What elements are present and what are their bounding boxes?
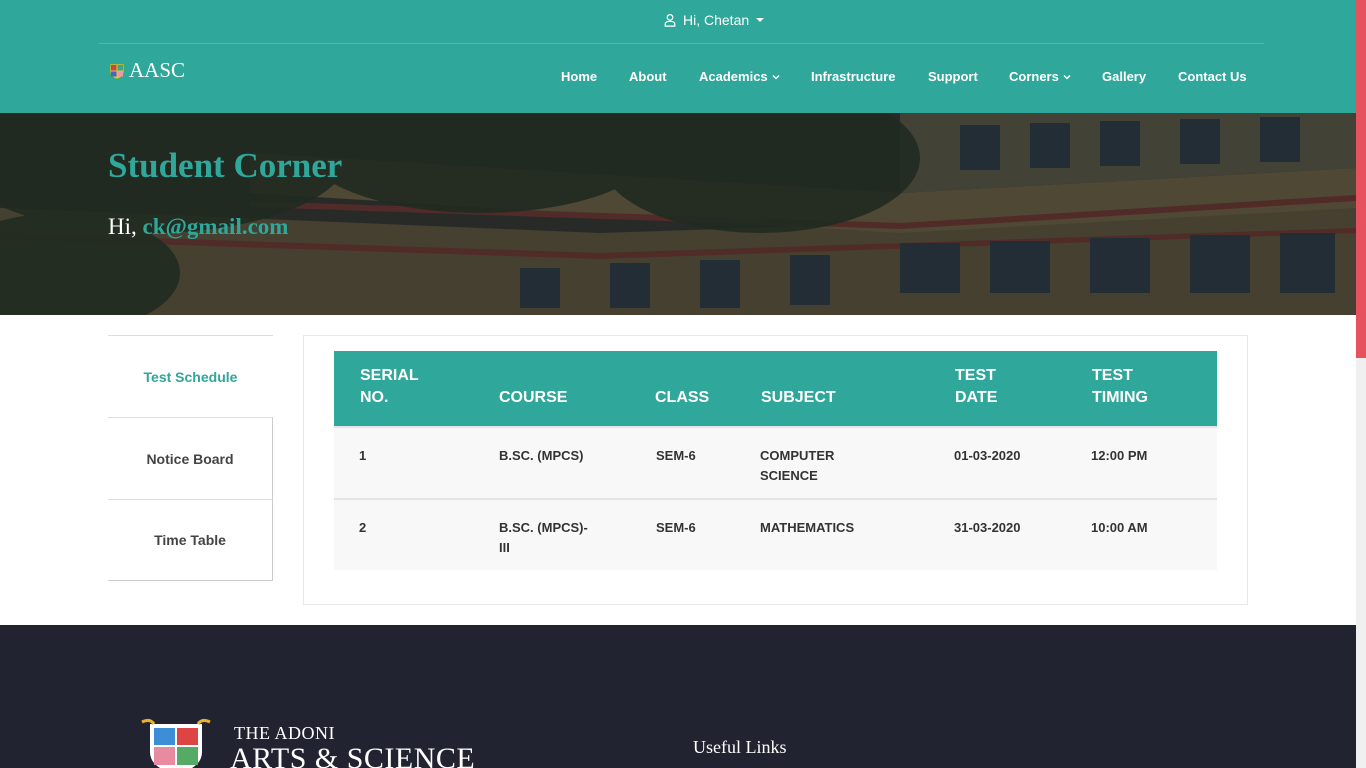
cell-test-timing: 10:00 AM (1091, 520, 1148, 535)
cell-test-date: 31-03-2020 (954, 520, 1021, 535)
nav-corners[interactable]: Corners (1009, 69, 1071, 84)
nav-label: Gallery (1102, 69, 1147, 84)
caret-down-icon (756, 18, 765, 22)
user-welcome: Hi, ck@gmail.com (108, 214, 288, 240)
user-icon (664, 13, 676, 27)
user-menu[interactable]: Hi, Chetan (663, 12, 765, 28)
cell-class: SEM-6 (656, 448, 696, 463)
cell-subject: COMPUTER SCIENCE (760, 446, 834, 486)
college-crest-icon (141, 718, 211, 768)
column-header-test-date: TEST DATE (955, 365, 997, 409)
nav-contact-us[interactable]: Contact Us (1178, 69, 1247, 84)
nav-gallery[interactable]: Gallery (1102, 69, 1146, 84)
header-divider (98, 43, 1264, 44)
column-header-class: CLASS (655, 389, 710, 406)
site-footer: THE ADONI ARTS & SCIENCE Useful Links (0, 625, 1356, 768)
nav-academics[interactable]: Academics (699, 69, 780, 84)
main-nav: Home About Academics Infrastructure Supp… (0, 69, 1356, 87)
column-header-serial: SERIAL NO. (360, 365, 419, 409)
table-header: SERIAL NO. COURSE CLASS SUBJECT TEST DAT… (334, 351, 1217, 426)
nav-home[interactable]: Home (561, 69, 597, 84)
cell-subject: MATHEMATICS (760, 518, 854, 538)
top-bar: Hi, Chetan (0, 0, 1356, 43)
cell-test-timing: 12:00 PM (1091, 448, 1148, 463)
cell-serial: 2 (359, 520, 367, 535)
cell-line: III (499, 540, 510, 555)
chevron-down-icon (1063, 74, 1071, 79)
cell-serial: 1 (359, 448, 367, 463)
nav-infrastructure[interactable]: Infrastructure (811, 69, 896, 84)
cell-line: SCIENCE (760, 468, 818, 483)
cell-test-date: 01-03-2020 (954, 448, 1021, 463)
header-line: TIMING (1092, 389, 1148, 406)
cell-line: B.SC. (MPCS)- (499, 520, 588, 535)
table-row: 2 B.SC. (MPCS)- III SEM-6 MATHEMATICS 31… (334, 498, 1217, 570)
nav-label: Corners (1009, 69, 1059, 84)
table-row: 1 B.SC. (MPCS) SEM-6 COMPUTER SCIENCE 01… (334, 426, 1217, 498)
cell-course: B.SC. (MPCS) (499, 446, 584, 466)
nav-label: Academics (699, 69, 768, 84)
header-line: TEST (955, 367, 996, 384)
header-line: DATE (955, 389, 998, 406)
nav-label: Home (561, 69, 598, 84)
test-schedule-table: SERIAL NO. COURSE CLASS SUBJECT TEST DAT… (334, 351, 1217, 570)
column-header-course: COURSE (499, 389, 568, 406)
hero-banner: Student Corner Hi, ck@gmail.com (0, 113, 1356, 315)
test-schedule-panel: SERIAL NO. COURSE CLASS SUBJECT TEST DAT… (303, 335, 1248, 605)
greeting-prefix: Hi, (108, 214, 137, 239)
header-line: TEST (1092, 367, 1133, 384)
tab-label: Time Table (154, 532, 226, 548)
nav-about[interactable]: About (629, 69, 667, 84)
cell-class: SEM-6 (656, 520, 696, 535)
header-line: NO. (360, 389, 389, 406)
footer-logo-line2: ARTS & SCIENCE (230, 742, 476, 768)
site-header: Hi, Chetan AASC Home About Academics Inf… (0, 0, 1356, 113)
cell-course: B.SC. (MPCS)- III (499, 518, 588, 558)
column-header-test-timing: TEST TIMING (1092, 365, 1148, 409)
cell-line: MATHEMATICS (760, 520, 855, 535)
column-header-subject: SUBJECT (761, 389, 836, 406)
chevron-down-icon (772, 74, 780, 79)
cell-line: B.SC. (MPCS) (499, 448, 584, 463)
header-line: SERIAL (360, 367, 419, 384)
student-corner-tabs: Test Schedule Notice Board Time Table (108, 335, 273, 581)
footer-logo-line1: THE ADONI (234, 723, 335, 743)
useful-links-heading: Useful Links (693, 737, 787, 757)
tab-time-table[interactable]: Time Table (108, 499, 273, 581)
tab-label: Test Schedule (143, 368, 238, 385)
tab-label: Notice Board (146, 450, 234, 467)
tab-test-schedule[interactable]: Test Schedule (108, 335, 273, 417)
nav-label: About (629, 69, 667, 84)
nav-label: Support (928, 69, 978, 84)
nav-label: Contact Us (1178, 69, 1247, 84)
nav-label: Infrastructure (811, 69, 896, 84)
user-email: ck@gmail.com (142, 214, 289, 239)
tab-notice-board[interactable]: Notice Board (108, 417, 273, 499)
scrollbar-thumb[interactable] (1356, 0, 1366, 358)
user-greeting: Hi, Chetan (683, 12, 750, 28)
nav-support[interactable]: Support (928, 69, 978, 84)
page-title: Student Corner (108, 146, 343, 185)
cell-line: COMPUTER (760, 448, 835, 463)
page-scrollbar[interactable] (1356, 0, 1366, 768)
